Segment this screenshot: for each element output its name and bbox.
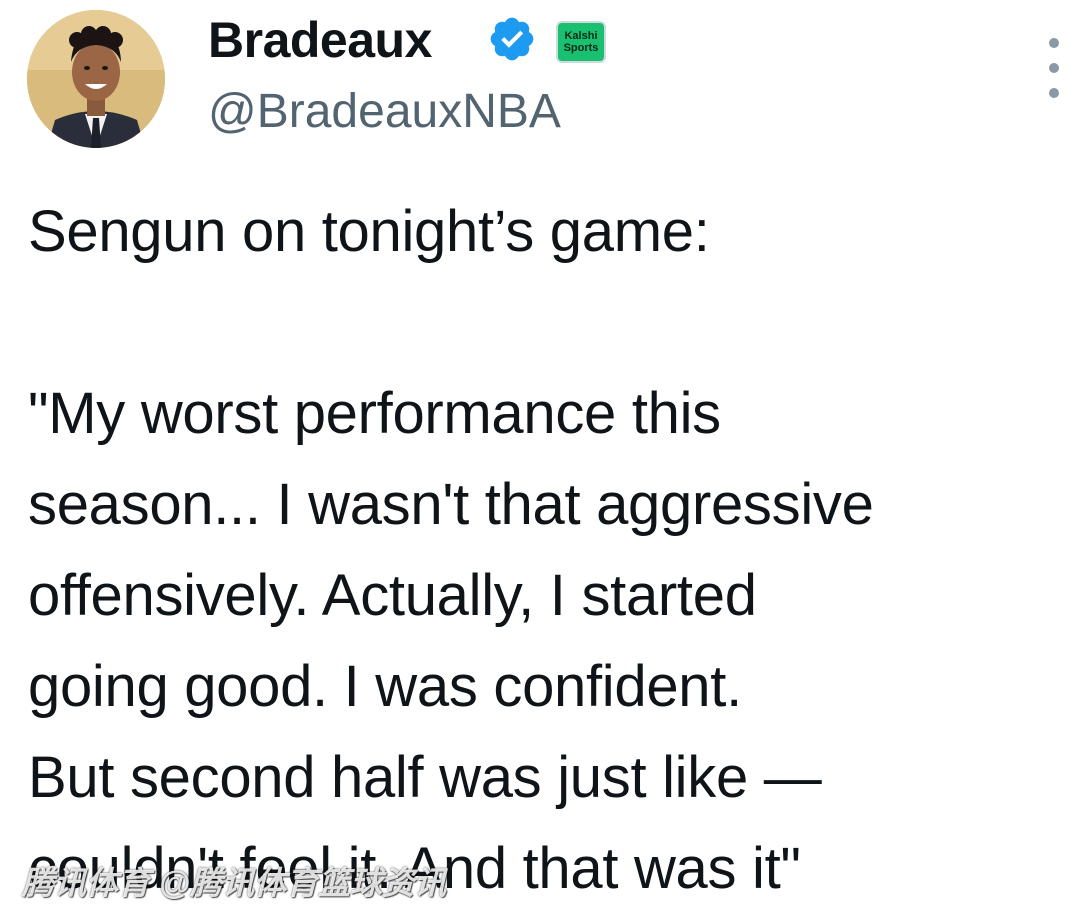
more-vertical-icon[interactable] bbox=[1038, 38, 1070, 98]
tweet-card: Bradeaux Kalshi Sports @BradeauxNBA Seng… bbox=[0, 0, 1080, 916]
sponsor-badge-line2: Sports bbox=[563, 42, 599, 54]
avatar[interactable] bbox=[27, 10, 165, 148]
watermark: 腾讯体育 @腾讯体育篮球资讯 bbox=[22, 865, 447, 901]
more-dot bbox=[1049, 63, 1059, 73]
tweet-intro: Sengun on tonight’s game: bbox=[28, 199, 710, 264]
author-display-name[interactable]: Bradeaux bbox=[208, 8, 432, 72]
author-handle[interactable]: @BradeauxNBA bbox=[208, 80, 561, 144]
more-dot bbox=[1049, 38, 1059, 48]
verified-badge-icon[interactable] bbox=[487, 14, 537, 64]
more-dot bbox=[1049, 88, 1059, 98]
sponsor-badge-line1: Kalshi bbox=[564, 30, 598, 42]
avatar-photo bbox=[27, 10, 165, 148]
tweet-text: Sengun on tonight’s game: "My worst perf… bbox=[28, 186, 1078, 914]
sponsor-badge[interactable]: Kalshi Sports bbox=[556, 21, 606, 63]
tweet-quote: "My worst performance this season... I w… bbox=[28, 381, 874, 901]
